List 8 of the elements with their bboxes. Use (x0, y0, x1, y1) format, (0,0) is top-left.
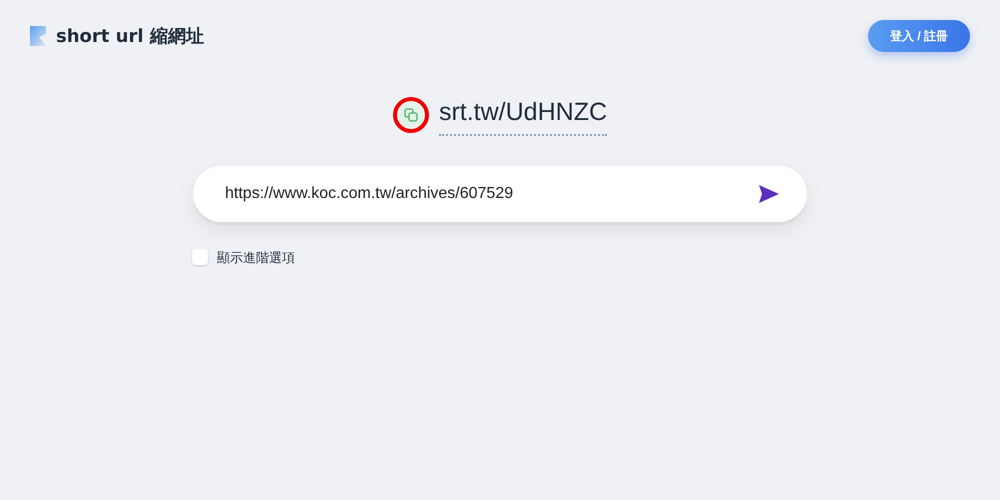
send-icon[interactable] (759, 184, 779, 202)
checkbox[interactable] (192, 249, 208, 266)
logo-icon (30, 26, 46, 46)
copy-icon (404, 108, 418, 122)
url-field[interactable]: https://www.koc.com.tw/archives/607529 (193, 166, 807, 222)
logo-text: short url 縮網址 (56, 24, 204, 48)
short-link[interactable]: srt.tw/UdHNZC (438, 94, 608, 136)
checkbox-label: 顯示進階選項 (217, 248, 295, 266)
